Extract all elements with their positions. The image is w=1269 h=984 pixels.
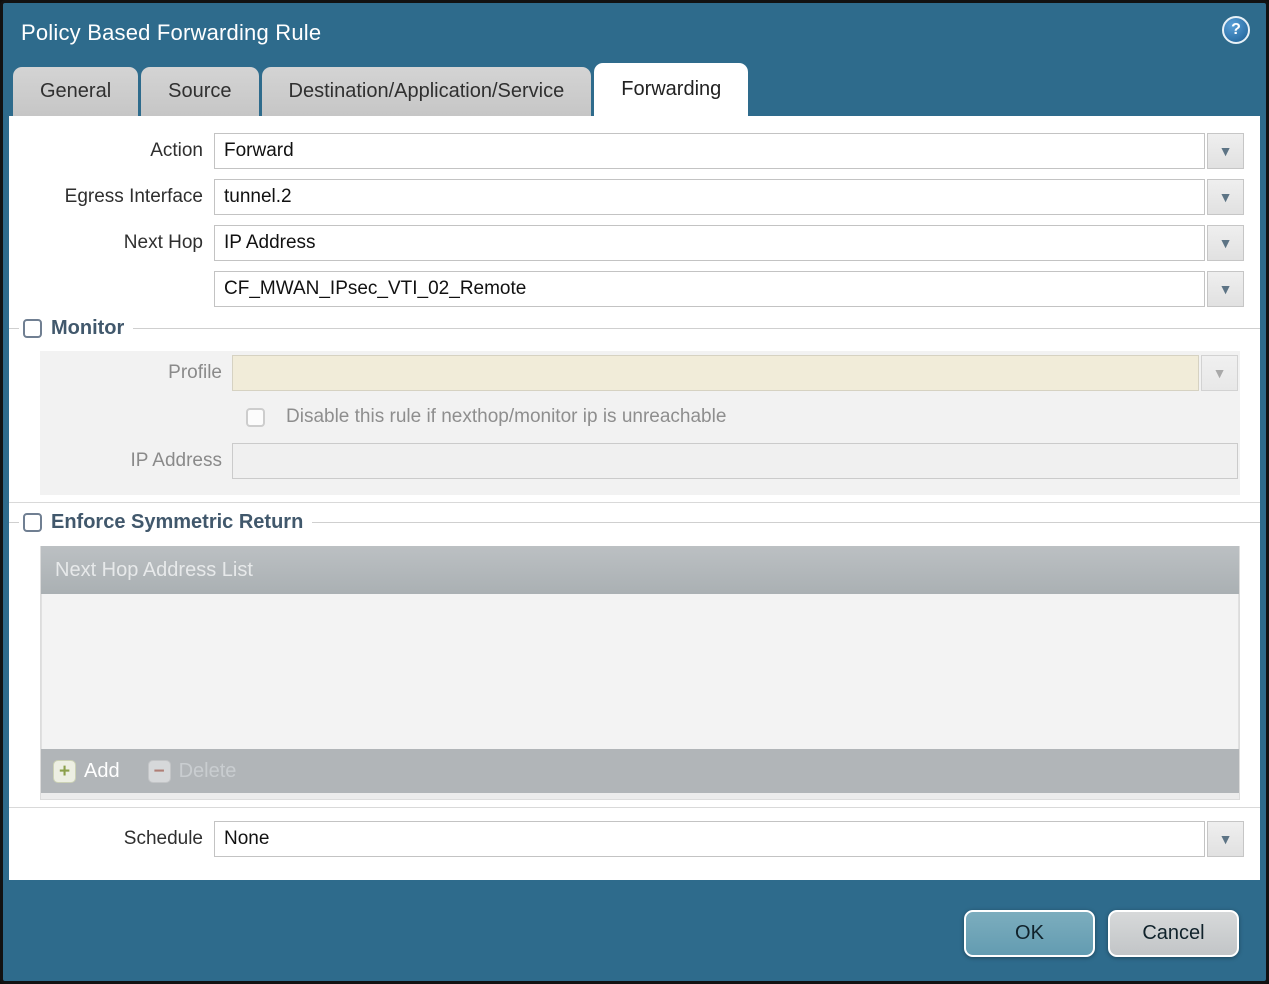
- monitor-ip-address-input[interactable]: [232, 443, 1238, 479]
- delete-button[interactable]: − Delete: [147, 759, 237, 783]
- next-hop-address-list-toolbar: + Add − Delete: [41, 749, 1239, 793]
- monitor-legend-label: Monitor: [51, 317, 125, 339]
- dialog-title: Policy Based Forwarding Rule: [21, 19, 322, 45]
- monitor-profile-row: Profile ▼: [40, 355, 1238, 391]
- chevron-down-icon: ▼: [1218, 189, 1233, 205]
- next-hop-row: Next Hop IP Address ▼: [9, 225, 1260, 261]
- tab-general[interactable]: General: [13, 67, 139, 116]
- tab-forwarding[interactable]: Forwarding: [594, 63, 749, 116]
- add-button-label: Add: [84, 759, 120, 782]
- action-row: Action Forward ▼: [9, 133, 1260, 169]
- monitor-profile-dropdown-button[interactable]: ▼: [1201, 355, 1238, 391]
- next-hop-dropdown-button[interactable]: ▼: [1207, 225, 1244, 261]
- action-label: Action: [150, 140, 203, 161]
- disable-rule-label: Disable this rule if nexthop/monitor ip …: [286, 406, 727, 427]
- symmetric-return-legend-label: Enforce Symmetric Return: [51, 511, 304, 533]
- egress-interface-row: Egress Interface tunnel.2 ▼: [9, 179, 1260, 215]
- next-hop-address-select[interactable]: CF_MWAN_IPsec_VTI_02_Remote: [214, 271, 1205, 307]
- next-hop-address-dropdown-button[interactable]: ▼: [1207, 271, 1244, 307]
- dialog-titlebar: Policy Based Forwarding Rule: [3, 3, 1266, 62]
- tab-destination-application-service[interactable]: Destination/Application/Service: [261, 67, 592, 116]
- chevron-down-icon: ▼: [1218, 235, 1233, 251]
- add-icon: +: [53, 759, 76, 783]
- chevron-down-icon: ▼: [1218, 831, 1233, 847]
- symmetric-return-legend: Enforce Symmetric Return: [9, 511, 1260, 534]
- chevron-down-icon: ▼: [1218, 281, 1233, 297]
- monitor-profile-select[interactable]: [232, 355, 1199, 391]
- monitor-checkbox[interactable]: [23, 319, 42, 338]
- delete-button-label: Delete: [178, 759, 237, 782]
- tab-general-label: General: [40, 80, 112, 102]
- next-hop-address-list-body: [41, 594, 1239, 749]
- tab-forwarding-label: Forwarding: [621, 78, 722, 100]
- egress-interface-select[interactable]: tunnel.2: [214, 179, 1205, 215]
- tab-destination-label: Destination/Application/Service: [288, 80, 565, 102]
- tab-bar: General Source Destination/Application/S…: [3, 62, 1266, 116]
- next-hop-address-list-header: Next Hop Address List: [41, 546, 1239, 594]
- chevron-down-icon: ▼: [1218, 143, 1233, 159]
- schedule-dropdown-button[interactable]: ▼: [1207, 821, 1244, 857]
- tab-source[interactable]: Source: [141, 67, 259, 116]
- egress-interface-label: Egress Interface: [64, 186, 203, 207]
- action-dropdown-button[interactable]: ▼: [1207, 133, 1244, 169]
- monitor-profile-label: Profile: [168, 362, 222, 383]
- tab-source-label: Source: [168, 80, 232, 102]
- next-hop-type-select[interactable]: IP Address: [214, 225, 1205, 261]
- monitor-ip-address-row: IP Address: [40, 443, 1238, 479]
- next-hop-address-row: CF_MWAN_IPsec_VTI_02_Remote ▼: [9, 271, 1260, 307]
- add-button[interactable]: + Add: [53, 759, 120, 783]
- egress-interface-dropdown-button[interactable]: ▼: [1207, 179, 1244, 215]
- policy-based-forwarding-dialog: Policy Based Forwarding Rule ? General S…: [0, 0, 1269, 984]
- monitor-legend: Monitor: [9, 317, 1260, 340]
- schedule-label: Schedule: [123, 828, 203, 849]
- monitor-panel: Profile ▼ Disable this rule if nexthop/m…: [40, 351, 1240, 495]
- symmetric-return-section: Enforce Symmetric Return Next Hop Addres…: [9, 511, 1260, 808]
- schedule-row: Schedule None ▼: [9, 821, 1260, 857]
- cancel-button-label: Cancel: [1142, 922, 1205, 944]
- cancel-button[interactable]: Cancel: [1108, 910, 1239, 957]
- chevron-down-icon: ▼: [1212, 365, 1227, 381]
- ok-button-label: OK: [1015, 922, 1044, 944]
- disable-rule-row: Disable this rule if nexthop/monitor ip …: [242, 406, 1238, 428]
- action-select[interactable]: Forward: [214, 133, 1205, 169]
- next-hop-address-list-table: Next Hop Address List + Add − Delete: [40, 546, 1240, 800]
- disable-rule-checkbox[interactable]: [246, 407, 265, 427]
- tab-panel-forwarding: Action Forward ▼ Egress Interface tunnel…: [9, 116, 1260, 880]
- symmetric-return-checkbox[interactable]: [23, 513, 42, 532]
- help-icon[interactable]: ?: [1222, 16, 1250, 44]
- help-icon-glyph: ?: [1231, 21, 1241, 38]
- next-hop-label: Next Hop: [123, 232, 203, 253]
- monitor-section: Monitor Profile ▼ Disable this rule if n…: [9, 317, 1260, 503]
- monitor-ip-address-label: IP Address: [130, 450, 222, 471]
- delete-icon: −: [147, 759, 171, 783]
- schedule-select[interactable]: None: [214, 821, 1205, 857]
- next-hop-address-list-header-label: Next Hop Address List: [55, 558, 253, 581]
- ok-button[interactable]: OK: [964, 910, 1095, 957]
